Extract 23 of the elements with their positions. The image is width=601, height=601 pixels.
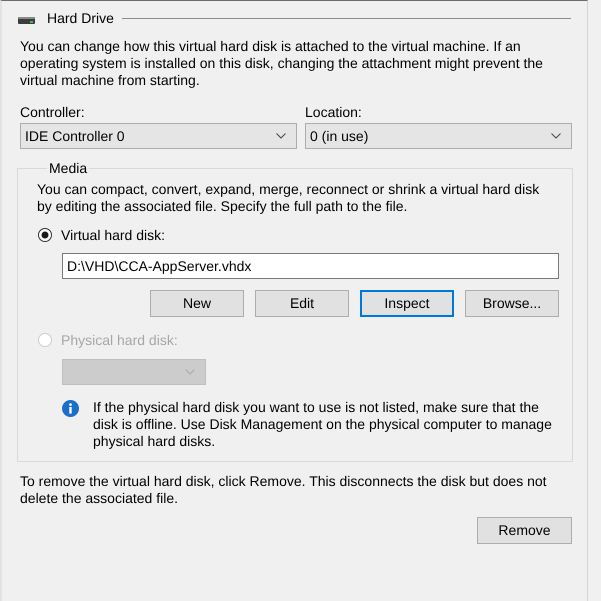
section-title: Hard Drive	[47, 8, 114, 28]
field-label: Controller:	[20, 104, 86, 121]
action-button[interactable]: New	[150, 290, 244, 317]
path-field[interactable]: D:\VHD\CCA-AppServer.vhdx	[62, 253, 559, 279]
controller-dropdown[interactable]: IDE Controller 0	[20, 123, 297, 149]
description-text: You can change how this virtual hard disk is attached to the virtual machine. If an operating system is installed on this disk, changing the attachment might prevent the virtual machine from starting.	[20, 38, 544, 89]
field-label: Location:	[305, 104, 363, 121]
info-text: If the physical hard disk you want to use is not listed, make sure that the disk is offline. Use Disk Management on the physical computer to manage physical hard disks.	[93, 399, 553, 450]
chevron-down-icon	[185, 369, 195, 375]
hard-drive-icon	[18, 17, 35, 24]
chevron-down-icon	[551, 133, 561, 139]
media-description: You can compact, convert, expand, merge, reconnect or shrink a virtual hard disk by editing the associated file. Specify the full path to the file.	[37, 181, 540, 215]
info-icon	[62, 400, 79, 417]
radio-button[interactable]	[38, 228, 52, 242]
action-button[interactable]: Browse...	[465, 290, 559, 317]
location-dropdown[interactable]: 0 (in use)	[305, 123, 572, 149]
action-button[interactable]: Edit	[255, 290, 349, 317]
action-button[interactable]: Inspect	[360, 290, 454, 317]
chevron-down-icon	[276, 133, 286, 139]
radio-label[interactable]: Virtual hard disk:	[61, 224, 166, 246]
remove-description: To remove the virtual hard disk, click Remove. This disconnects the disk but does not delete the associated file.	[20, 473, 548, 507]
group-title: Media	[48, 160, 88, 177]
remove-button[interactable]: Remove	[477, 517, 572, 544]
